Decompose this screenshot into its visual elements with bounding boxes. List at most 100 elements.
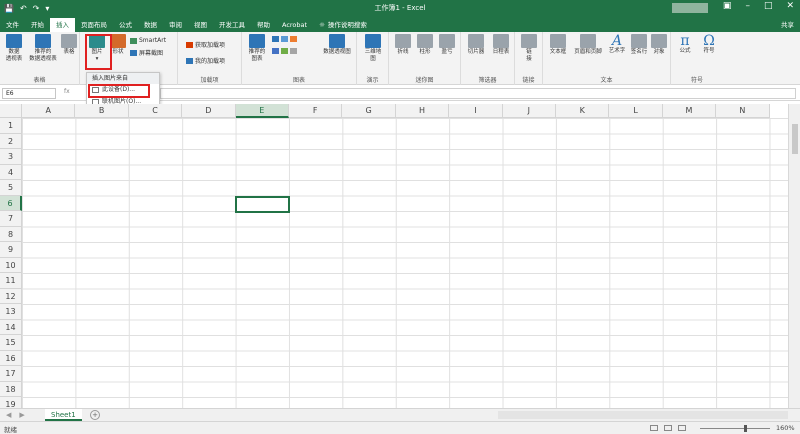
row-header-3[interactable]: 3 [0,149,22,165]
zoom-slider[interactable] [700,428,770,429]
sparkline-winloss-button[interactable]: 盈亏 [437,34,457,56]
cell-area[interactable] [22,118,788,408]
column-header-c[interactable]: C [128,104,183,118]
column-header-f[interactable]: F [289,104,343,118]
get-addins-button[interactable]: 获取加载项 [186,40,225,49]
tab-developer[interactable]: 开发工具 [213,18,251,32]
column-header-k[interactable]: K [556,104,610,118]
textbox-button[interactable]: 文本框 [547,34,569,56]
page-break-view-icon[interactable] [678,425,686,431]
sparkline-line-button[interactable]: 折线 [393,34,413,56]
3d-map-button[interactable]: 三维地 图 [361,34,385,63]
column-header-l[interactable]: L [609,104,663,118]
close-icon[interactable]: ✕ [786,1,794,11]
normal-view-icon[interactable] [650,425,658,431]
row-header-17[interactable]: 17 [0,366,22,382]
row-header-2[interactable]: 2 [0,133,22,149]
tab-formulas[interactable]: 公式 [113,18,138,32]
my-addins-button[interactable]: 我的加载项 [186,56,225,65]
row-header-15[interactable]: 15 [0,335,22,351]
row-header-16[interactable]: 16 [0,350,22,366]
tell-me-box[interactable]: ☼ 操作说明搜索 [313,18,373,32]
name-box[interactable]: E6 [2,88,56,99]
tab-home[interactable]: 开始 [25,18,50,32]
zoom-slider-thumb[interactable] [744,425,747,432]
column-header-a[interactable]: A [22,104,76,118]
pivot-chart-button[interactable]: 数据透视图 [320,34,354,56]
column-header-j[interactable]: J [502,104,556,118]
tab-insert[interactable]: 插入 [50,18,75,32]
recommended-charts-button[interactable]: 推荐的 图表 [246,34,268,63]
column-header-i[interactable]: I [449,104,503,118]
column-chart-icon [272,36,279,42]
row-header-8[interactable]: 8 [0,226,22,242]
row-header-18[interactable]: 18 [0,381,22,397]
share-button[interactable]: 共享 [781,18,800,32]
signature-line-button[interactable]: 签名行 [629,34,649,56]
row-header-9[interactable]: 9 [0,242,22,258]
pie-chart-icon [290,36,297,42]
combo-chart-icon [290,48,297,54]
chart-type-buttons-2[interactable] [272,48,297,54]
formula-input[interactable] [160,88,796,99]
header-footer-button[interactable]: 页眉和页脚 [571,34,605,56]
chart-type-buttons[interactable] [272,36,297,42]
row-header-12[interactable]: 12 [0,288,22,304]
tab-file[interactable]: 文件 [0,18,25,32]
sheet-tab-sheet1[interactable]: Sheet1 [45,409,82,421]
sparkline-column-button[interactable]: 柱形 [415,34,435,56]
add-sheet-icon[interactable]: + [90,410,100,420]
column-header-d[interactable]: D [182,104,236,118]
tab-review[interactable]: 审阅 [163,18,188,32]
link-button[interactable]: 链 接 [521,34,537,63]
table-button[interactable]: 表格 [61,34,77,56]
column-header-e[interactable]: E [235,104,289,118]
row-header-1[interactable]: 1 [0,118,22,134]
pivot-table-button[interactable]: 数据 透视表 [3,34,25,63]
smartart-button[interactable]: SmartArt [130,37,166,44]
column-header-g[interactable]: G [342,104,396,118]
page-layout-view-icon[interactable] [664,425,672,431]
column-header-b[interactable]: B [75,104,129,118]
slicer-button[interactable]: 切片器 [464,34,488,56]
tab-data[interactable]: 数据 [138,18,163,32]
row-header-11[interactable]: 11 [0,273,22,289]
prev-sheet-icon[interactable]: ◀ [6,411,11,419]
select-all-corner[interactable] [0,104,22,118]
tab-page-layout[interactable]: 页面布局 [75,18,113,32]
scroll-thumb[interactable] [792,124,798,154]
row-header-14[interactable]: 14 [0,319,22,335]
minimize-icon[interactable]: – [745,1,750,11]
tab-help[interactable]: 帮助 [251,18,276,32]
timeline-button[interactable]: 日程表 [489,34,513,56]
row-header-10[interactable]: 10 [0,257,22,273]
fx-label[interactable]: fx [64,88,70,95]
screenshot-button[interactable]: 屏幕截图 [130,48,163,57]
horizontal-scrollbar[interactable] [498,411,788,419]
shapes-button[interactable]: 形状 [110,34,126,56]
row-header-13[interactable]: 13 [0,304,22,320]
wordart-button[interactable]: A 艺术字 [606,34,628,55]
user-account[interactable] [672,3,708,13]
object-button[interactable]: 对象 [649,34,669,56]
next-sheet-icon[interactable]: ▶ [19,411,24,419]
zoom-level[interactable]: 160% [776,424,795,432]
tab-view[interactable]: 视图 [188,18,213,32]
row-header-4[interactable]: 4 [0,164,22,180]
equation-button[interactable]: π 公式 [675,34,695,55]
maximize-icon[interactable]: □ [764,1,773,11]
group-tours: 三维地 图 演示 [357,32,389,85]
vertical-scrollbar[interactable] [788,104,800,408]
active-cell[interactable] [235,196,290,213]
row-header-5[interactable]: 5 [0,180,22,196]
row-header-7[interactable]: 7 [0,211,22,227]
row-header-6[interactable]: 6 [0,195,22,211]
recommended-pivot-button[interactable]: 推荐的 数据透视表 [26,34,60,63]
column-header-m[interactable]: M [662,104,717,118]
column-header-n[interactable]: N [716,104,770,118]
tab-acrobat[interactable]: Acrobat [276,18,313,32]
scatter-chart-icon [281,48,288,54]
symbol-button[interactable]: Ω 符号 [699,34,719,55]
column-header-h[interactable]: H [395,104,450,118]
ribbon-display-icon[interactable]: ▣ [723,1,732,11]
